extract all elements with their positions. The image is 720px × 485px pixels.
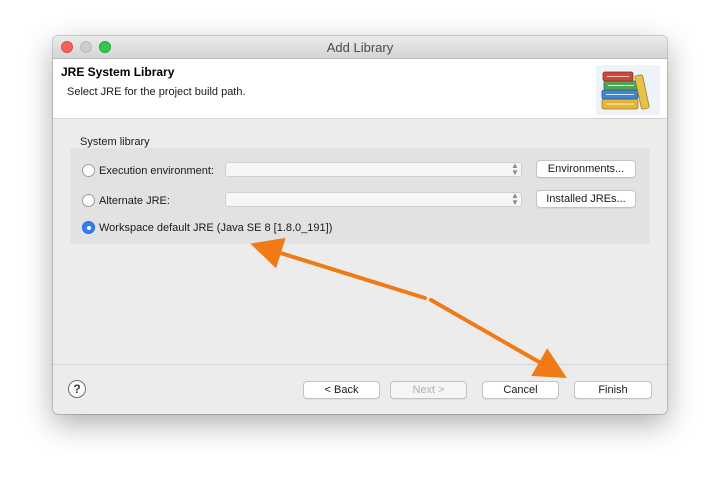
add-library-dialog: Add Library JRE System Library Select JR…	[53, 36, 667, 414]
help-icon[interactable]: ?	[68, 380, 86, 398]
combo-stepper-icon: ▲ ▼	[511, 191, 519, 207]
alternate-jre-radio[interactable]	[82, 194, 95, 207]
back-button[interactable]: < Back	[303, 381, 380, 399]
wizard-header: JRE System Library Select JRE for the pr…	[53, 59, 667, 119]
page-description: Select JRE for the project build path.	[67, 86, 246, 98]
alternate-jre-combo[interactable]: ▲ ▼	[225, 192, 522, 207]
page-title: JRE System Library	[61, 65, 175, 79]
cancel-button[interactable]: Cancel	[482, 381, 559, 399]
finish-button[interactable]: Finish	[574, 381, 652, 399]
window-title: Add Library	[326, 40, 394, 55]
execution-environment-radio[interactable]	[82, 164, 95, 177]
next-button[interactable]: Next >	[390, 381, 467, 399]
alternate-jre-label: Alternate JRE:	[99, 195, 170, 207]
workspace-default-jre-label: Workspace default JRE (Java SE 8 [1.8.0_…	[99, 222, 333, 234]
system-library-group: Execution environment: ▲ ▼ Environments..…	[70, 148, 650, 244]
system-library-group-label: System library	[80, 136, 150, 148]
execution-environment-label: Execution environment:	[99, 165, 214, 177]
workspace-default-jre-radio[interactable]	[82, 221, 95, 234]
library-books-icon	[596, 65, 660, 115]
execution-environment-combo[interactable]: ▲ ▼	[225, 162, 522, 177]
installed-jres-button[interactable]: Installed JREs...	[536, 190, 636, 208]
footer-separator	[53, 364, 667, 365]
combo-stepper-icon: ▲ ▼	[511, 161, 519, 177]
environments-button[interactable]: Environments...	[536, 160, 636, 178]
title-bar: Add Library	[53, 36, 667, 59]
